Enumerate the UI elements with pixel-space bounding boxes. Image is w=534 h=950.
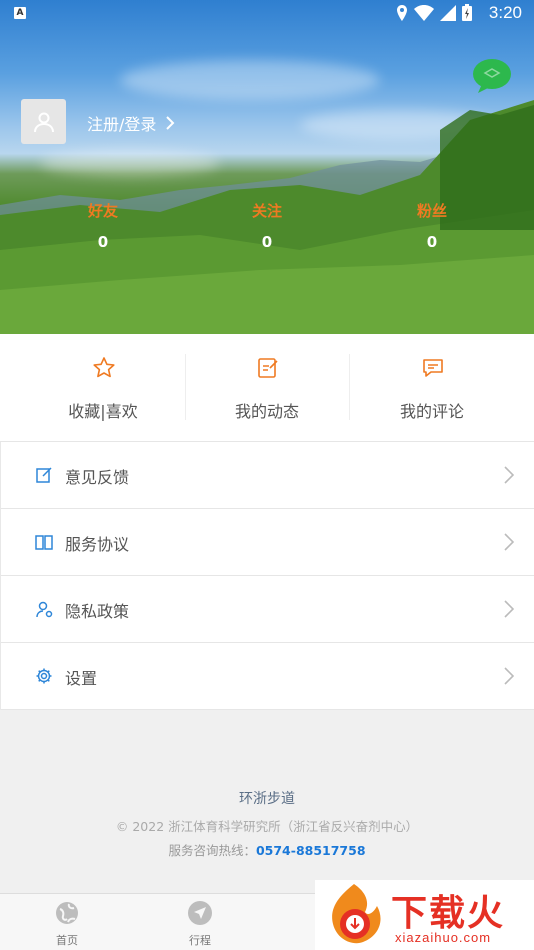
quick-action-label: 我的评论	[399, 402, 464, 421]
chevron-right-icon	[504, 533, 514, 551]
chevron-right-icon	[504, 600, 514, 618]
menu-item-label: 意见反馈	[65, 468, 130, 487]
chevron-right-icon	[166, 116, 175, 130]
system-icons	[396, 4, 472, 21]
quick-action-label: 我的动态	[234, 402, 299, 421]
tab-trip[interactable]: 行程	[170, 900, 230, 948]
avatar[interactable]	[21, 99, 66, 144]
book-icon	[35, 535, 53, 550]
tab-label: 行程	[189, 934, 211, 947]
battery-icon	[462, 4, 472, 21]
stat-value: 0	[261, 233, 273, 251]
menu-item-label: 服务协议	[65, 535, 130, 554]
quick-action-label: 收藏|喜欢	[68, 402, 138, 421]
stat-following[interactable]: 关注 0	[227, 200, 307, 251]
quick-action-favorites[interactable]: 收藏|喜欢	[14, 334, 192, 442]
quick-actions: 收藏|喜欢 我的动态 我的评论	[0, 334, 534, 442]
quick-action-my-comments[interactable]: 我的评论	[343, 334, 521, 442]
landscape-image	[0, 100, 534, 334]
menu-item-feedback[interactable]: 意见反馈	[1, 442, 534, 509]
comment-icon	[423, 359, 443, 377]
hotline-label: 服务咨询热线：	[168, 843, 256, 858]
menu-item-privacy-policy[interactable]: 隐私政策	[1, 576, 534, 643]
watermark-url: xiazaihuo.com	[395, 930, 492, 945]
tab-label: 首页	[56, 934, 78, 947]
watermark-text: 下载火	[391, 893, 506, 934]
menu-item-label: 设置	[65, 669, 98, 688]
user-placeholder-icon	[33, 112, 54, 132]
status-bar: A 3:20	[0, 0, 534, 28]
notification-a-icon: A	[14, 7, 26, 19]
wifi-icon	[414, 4, 434, 21]
stat-value: 0	[97, 233, 109, 251]
location-icon	[397, 4, 407, 21]
menu-item-label: 隐私政策	[65, 602, 130, 621]
privacy-user-icon	[36, 601, 53, 618]
login-label: 注册/登录	[87, 115, 157, 134]
download-site-watermark: 下载火 xiazaihuo.com	[315, 880, 534, 950]
status-time: 3:20	[488, 3, 522, 22]
menu-item-service-agreement[interactable]: 服务协议	[1, 509, 534, 576]
app-name: 环浙步道	[239, 791, 295, 807]
menu-item-settings[interactable]: 设置	[1, 643, 534, 710]
stat-label: 关注	[251, 202, 282, 220]
globe-icon	[56, 902, 78, 924]
chevron-right-icon	[504, 466, 514, 484]
navigation-icon	[188, 901, 212, 925]
footer: 环浙步道 © 2022 浙江体育科学研究所（浙江省反兴奋剂中心） 服务咨询热线：…	[0, 788, 534, 859]
stat-value: 0	[426, 233, 438, 251]
profile-hero-banner: A 3:20 注册/登录 好友 0 关注 0 粉丝 0	[0, 0, 534, 334]
chat-bubble-icon[interactable]	[472, 58, 512, 94]
stat-label: 粉丝	[416, 202, 447, 220]
login-register-link[interactable]: 注册/登录	[87, 111, 175, 135]
stat-friends[interactable]: 好友 0	[63, 200, 143, 251]
flame-logo-icon	[332, 884, 381, 944]
star-icon	[93, 357, 115, 378]
gear-icon	[36, 668, 52, 684]
hotline-number[interactable]: 0574-88517758	[256, 843, 366, 858]
settings-menu: 意见反馈 服务协议 隐私政策 设置	[0, 442, 534, 710]
quick-action-my-posts[interactable]: 我的动态	[178, 334, 356, 442]
tab-home[interactable]: 首页	[37, 900, 97, 948]
feedback-icon	[36, 467, 52, 483]
social-stats: 好友 0 关注 0 粉丝 0	[0, 200, 534, 260]
chevron-right-icon	[504, 667, 514, 685]
copyright: © 2022 浙江体育科学研究所（浙江省反兴奋剂中心）	[115, 819, 419, 834]
edit-note-icon	[258, 358, 278, 378]
stat-label: 好友	[87, 202, 118, 220]
signal-icon	[440, 4, 456, 21]
hotline: 服务咨询热线：0574-88517758	[0, 840, 534, 859]
stat-followers[interactable]: 粉丝 0	[392, 200, 472, 251]
